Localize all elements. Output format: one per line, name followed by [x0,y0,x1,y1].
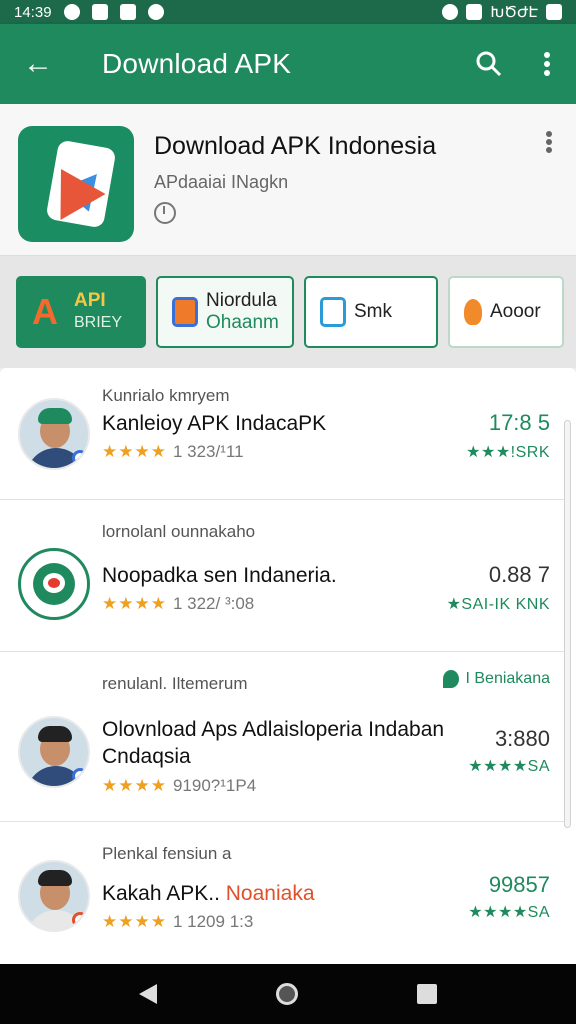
app-icon [172,297,198,327]
status-bar: 14:39 ԽԾԺԷ [0,0,576,24]
flame-icon [464,299,482,325]
item-rating: ★★★★ 1 322/ ³:08 [102,594,254,614]
search-icon [476,51,502,77]
chip-label: Aooor [490,301,541,322]
item-tag: I Beniakana [443,670,550,688]
app-list: Kunrialo kmryem Kanleioy APK IndacaPK ★★… [0,368,576,964]
chip-sublabel: BRIEY [74,314,123,331]
chat-app-icon [18,548,90,620]
app-header-card: Download APK Indonesia APdaaiai INagkn [0,104,576,256]
item-rating: ★★★★ 9190?¹1P4 [102,776,256,796]
item-name-line1: Olovnload Aps Adlaisloperia Indaban [102,718,445,741]
avatar [18,398,90,470]
a-logo-icon: A [32,291,58,332]
item-count: 1 322/ ³:08 [172,594,255,613]
status-time: 14:39 [14,3,52,21]
more-button[interactable] [518,24,576,104]
item-name-highlight: Noaniaka [225,882,315,905]
wifi-icon [442,4,459,20]
more-vert-icon [544,52,550,76]
item-category: lornolanl ounnakaho [102,522,256,541]
app-subtitle: APdaaiai INagkn [154,172,289,192]
item-category: Plenkal fensiun a [102,844,232,863]
chip-api[interactable]: A API BRIEY [16,276,146,348]
chip-label: Smk [354,301,392,322]
status-right-text: ԽԾԺԷ [490,4,538,21]
item-count: 1 1209 1:3 [172,912,254,931]
avatar [18,860,90,932]
app-bar: ← Download APK [0,24,576,104]
item-rating: ★★★★ 1 323/¹11 [102,442,244,462]
chip-niordula[interactable]: Niordula Ohaanm [156,276,294,348]
arrow-left-icon: ← [23,47,53,80]
item-category: Kunrialo kmryem [102,386,230,405]
app-more-button[interactable] [534,130,564,161]
nav-recents-icon[interactable] [416,984,437,1004]
list-item[interactable]: Kunrialo kmryem Kanleioy APK IndacaPK ★★… [0,368,564,500]
system-nav-bar [0,964,576,1024]
notification-icon [91,4,108,20]
star-icons: ★★★★ [102,594,167,613]
location-icon [147,4,164,20]
item-value: 0.88 7 [488,562,550,587]
item-name: Kanleioy APK IndacaPK [102,412,327,435]
item-name: Noopadka sen Indaneria. [102,564,337,587]
back-button[interactable]: ← [0,24,76,104]
item-sub: ★★★!SRK [466,444,550,461]
item-count: 1 323/¹11 [172,442,244,461]
item-tag-label: I Beniakana [465,670,550,687]
nav-back-icon[interactable] [139,984,158,1004]
item-name: Olovnload Aps Adlaisloperia Indaban Cndaq… [102,716,444,770]
chip-smk[interactable]: Smk [304,276,438,348]
item-value: 3:880 [494,726,550,751]
chip-label: API [74,290,106,311]
app-logo-icon [18,126,134,242]
clock-icon [154,202,176,224]
notification-icon [119,4,136,20]
item-rating: ★★★★ 1 1209 1:3 [102,912,253,932]
item-name: Kakah APK.. Noaniaka [102,880,315,907]
page-title: Download APK [102,48,292,79]
more-vert-icon [546,131,552,153]
list-item[interactable]: renulanl. Iltemerum I Beniakana Olovnloa… [0,652,564,822]
item-category: renulanl. Iltemerum [102,674,248,693]
avatar [18,716,90,788]
item-name-line2: Cndaqsia [102,745,191,768]
item-name-text: Kakah APK.. [102,882,220,905]
chip-sublabel: Ohaanm [206,312,279,333]
notification-icon [63,4,80,20]
chip-label: Niordula [206,290,277,311]
item-value: 99857 [488,872,550,897]
document-icon [320,297,346,327]
star-icons: ★★★★ [102,776,167,795]
item-sub: ★★★★SA [468,904,550,921]
item-sub: ★★★★SA [468,758,550,775]
star-icons: ★★★★ [102,442,167,461]
nav-home-icon[interactable] [275,983,298,1005]
category-chips: A API BRIEY Niordula Ohaanm Smk Aooor [0,256,576,368]
search-button[interactable] [460,24,518,104]
app-title: Download APK Indonesia [154,132,437,160]
chip-aooor[interactable]: Aooor [448,276,564,348]
item-value: 17:8 5 [488,410,550,435]
item-count: 9190?¹1P4 [172,776,257,795]
star-icons: ★★★★ [102,912,167,931]
battery-icon [546,4,562,20]
signal-icon [466,4,483,20]
location-pin-icon [443,670,460,688]
list-item[interactable]: Plenkal fensiun a Kakah APK.. Noaniaka ★… [0,822,564,964]
list-item[interactable]: lornolanl ounnakaho Noopadka sen Indaner… [0,500,564,652]
scrollbar[interactable] [564,420,571,828]
item-sub: ★SAI-IK KNK [446,596,550,613]
